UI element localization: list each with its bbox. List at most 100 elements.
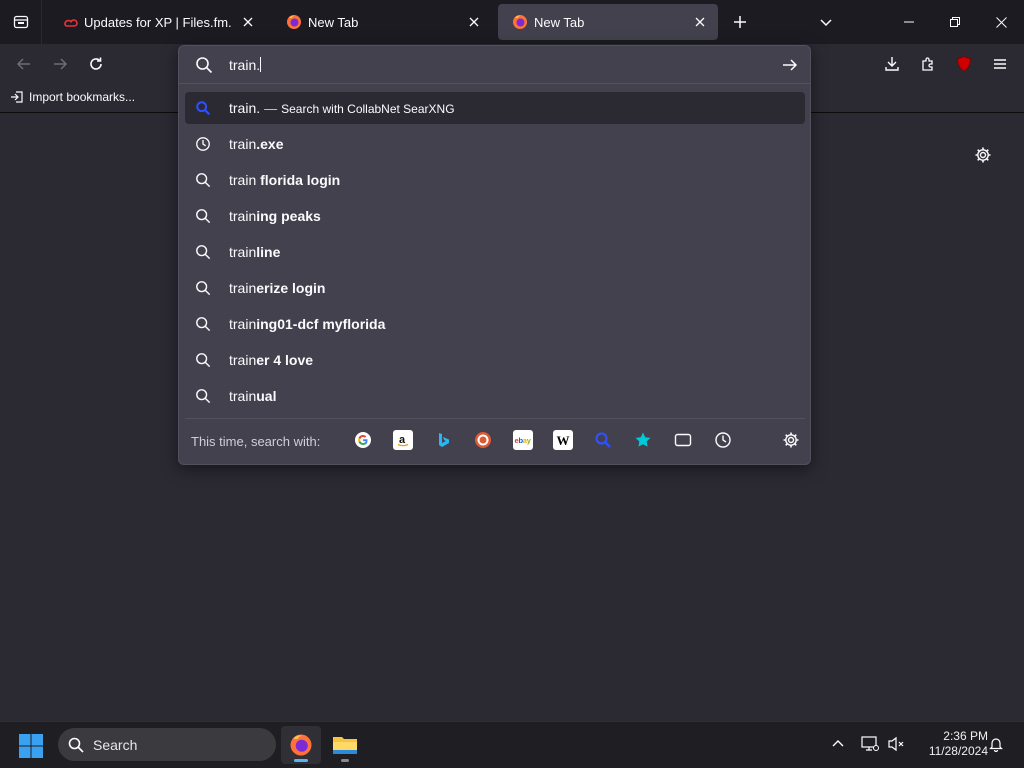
taskbar-search-box[interactable]: Search — [58, 728, 276, 761]
filesfm-icon — [64, 19, 78, 27]
forward-button[interactable] — [46, 50, 74, 78]
suggestion-completion: er 4 love — [256, 352, 314, 368]
search-icon — [195, 388, 211, 404]
reload-button[interactable] — [82, 50, 110, 78]
bookmarks-icon — [635, 432, 651, 447]
ublock-button[interactable] — [950, 50, 978, 78]
close-tab-button[interactable] — [236, 10, 260, 34]
minimize-button[interactable] — [886, 0, 932, 44]
suggestion-text: trainer 4 love — [229, 352, 313, 368]
suggestion-item[interactable]: train.exe — [185, 128, 805, 160]
search-icon — [195, 172, 211, 188]
search-icon — [196, 57, 213, 74]
search-icon — [195, 208, 211, 224]
suggestion-typed-part: train — [229, 172, 261, 188]
hamburger-menu-icon — [994, 59, 1006, 69]
suggestion-item[interactable]: trainline — [185, 236, 805, 268]
suggestion-completion: erize login — [256, 280, 326, 296]
amazon-engine-button[interactable]: a — [393, 430, 413, 450]
suggestion-search-engine[interactable]: train. — Search with CollabNet SearXNG — [185, 92, 805, 124]
suggestion-completion: line — [256, 244, 281, 260]
bookmarks-search-button[interactable] — [633, 430, 653, 450]
gear-icon — [975, 147, 991, 163]
search-icon — [195, 280, 211, 296]
suggestion-item[interactable]: trainerize login — [185, 272, 805, 304]
arrow-left-icon — [16, 58, 30, 70]
new-tab-button[interactable] — [726, 8, 754, 36]
firefox-view-button[interactable] — [0, 0, 42, 44]
text-caret — [260, 57, 262, 72]
back-button[interactable] — [10, 50, 38, 78]
address-input[interactable]: train. — [229, 57, 262, 73]
windows-logo-icon — [19, 734, 43, 758]
show-hidden-icons-button[interactable] — [828, 734, 848, 754]
download-icon — [885, 57, 899, 71]
suggestion-typed-part: train — [229, 244, 257, 260]
notifications-button[interactable] — [986, 734, 1006, 754]
puzzle-icon — [922, 57, 933, 71]
customize-new-tab-button[interactable] — [972, 144, 994, 166]
network-status-button[interactable] — [860, 734, 880, 754]
tabs-search-button[interactable] — [673, 430, 693, 450]
tabs-icon — [674, 433, 692, 447]
svg-text:y: y — [527, 436, 532, 445]
tab-title: New Tab — [308, 14, 359, 30]
suggestion-item[interactable]: trainual — [185, 380, 805, 412]
bing-icon — [439, 433, 449, 447]
close-tab-button[interactable] — [688, 10, 712, 34]
list-all-tabs-button[interactable] — [812, 8, 840, 36]
searxng-engine-button[interactable] — [593, 430, 613, 450]
google-engine-button[interactable] — [353, 430, 373, 450]
suggestion-item[interactable]: trainer 4 love — [185, 344, 805, 376]
ebay-icon: ebay — [515, 436, 532, 445]
close-icon — [243, 17, 253, 27]
gear-icon — [783, 432, 799, 448]
suggestion-text: train.exe — [229, 136, 283, 152]
svg-text:a: a — [399, 434, 406, 446]
one-off-search-row: This time, search with: a ebay W — [185, 418, 805, 460]
one-off-label: This time, search with: — [191, 434, 321, 449]
search-icon — [195, 352, 211, 368]
taskbar-firefox[interactable] — [281, 726, 321, 764]
history-search-button[interactable] — [713, 430, 733, 450]
suggestion-typed-part: train — [229, 388, 257, 404]
suggestion-completion: florida login — [260, 172, 341, 188]
reload-icon — [90, 57, 102, 70]
suggestion-item[interactable]: train florida login — [185, 164, 805, 196]
system-clock[interactable]: 2:36 PM 11/28/2024 — [912, 729, 988, 759]
suggestion-completion: ing01-dcf myflorida — [256, 316, 386, 332]
bing-engine-button[interactable] — [433, 430, 453, 450]
search-settings-button[interactable] — [781, 430, 801, 450]
extensions-button[interactable] — [914, 50, 942, 78]
wikipedia-engine-button[interactable]: W — [553, 430, 573, 450]
import-bookmarks-button[interactable]: Import bookmarks... — [10, 90, 135, 104]
go-button[interactable] — [780, 55, 800, 75]
searxng-icon — [595, 432, 611, 448]
suggestion-item[interactable]: training01-dcf myflorida — [185, 308, 805, 340]
clock-date: 11/28/2024 — [928, 744, 988, 758]
suggestion-text: trainerize login — [229, 280, 325, 296]
folder-icon — [333, 737, 357, 754]
ebay-engine-button[interactable]: ebay — [513, 430, 533, 450]
downloads-button[interactable] — [878, 50, 906, 78]
app-menu-button[interactable] — [986, 50, 1014, 78]
duckduckgo-engine-button[interactable] — [473, 430, 493, 450]
address-input-value: train. — [229, 57, 261, 73]
close-tab-button[interactable] — [462, 10, 486, 34]
import-icon — [11, 91, 23, 103]
tab-new-tab-active[interactable]: New Tab — [498, 4, 718, 40]
taskbar-file-explorer[interactable] — [325, 726, 365, 764]
restore-icon — [950, 17, 960, 27]
start-button[interactable] — [18, 733, 44, 759]
suggestion-text: training peaks — [229, 208, 321, 224]
tab-files-fm[interactable]: Updates for XP | Files.fm. — [48, 4, 266, 40]
search-icon — [195, 316, 211, 332]
address-bar[interactable]: train. — [179, 46, 810, 84]
close-window-button[interactable] — [978, 0, 1024, 44]
tab-new-tab[interactable]: New Tab — [272, 4, 492, 40]
suggestion-item[interactable]: training peaks — [185, 200, 805, 232]
suggestion-typed-part: train — [229, 136, 257, 152]
suggestion-typed-part: train — [229, 352, 257, 368]
volume-button[interactable] — [886, 734, 906, 754]
restore-button[interactable] — [932, 0, 978, 44]
